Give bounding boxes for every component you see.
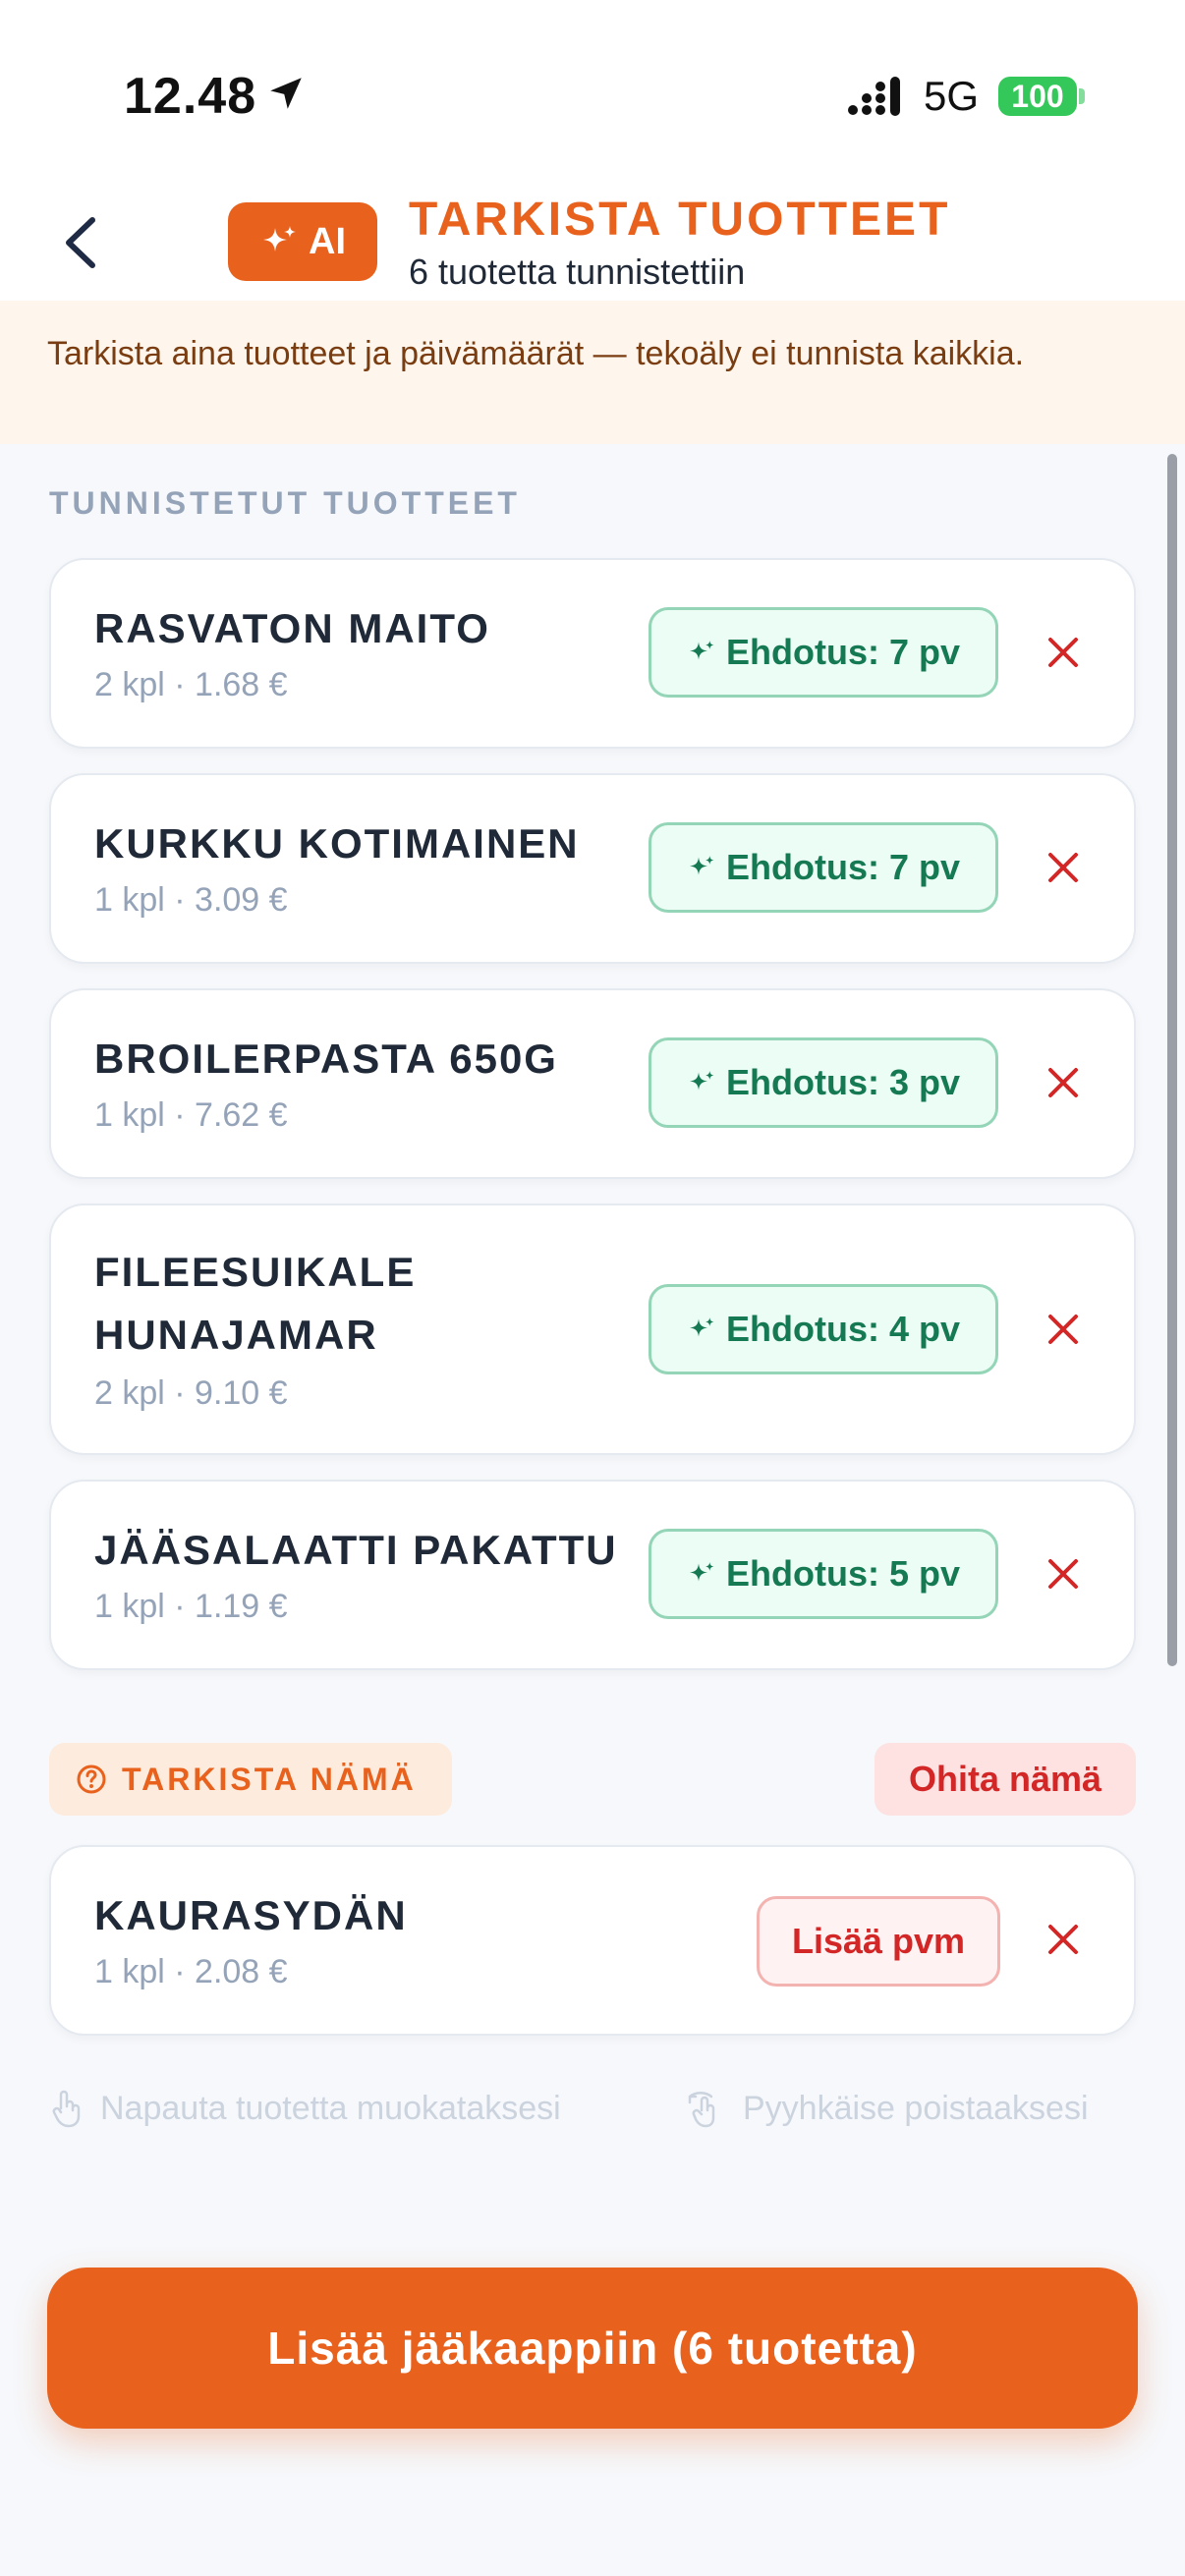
product-name: KURKKU KOTIMAINEN [94,820,580,867]
page-title: TARKISTA TUOTTEET [409,194,951,246]
product-meta: 1 kpl · 3.09 € [94,881,288,919]
suggestion-label: Ehdotus: 5 pv [725,1553,960,1594]
close-icon [1048,1925,1078,1954]
product-card[interactable]: JÄÄSALAATTI PAKATTU 1 kpl · 1.19 € Ehdot… [49,1480,1136,1670]
add-date-button[interactable]: Lisää pvm [757,1896,1000,1987]
sparkles-icon [689,641,714,660]
remove-item-button[interactable] [1036,1546,1091,1601]
close-icon [1048,853,1078,882]
cellular-signal-icon [848,77,900,116]
suggestion-label: Ehdotus: 7 pv [725,847,960,887]
swipe-hint-label: Pyyhkäise poistaaksesi [743,2089,1089,2127]
product-name: BROILERPASTA 650G [94,1036,558,1082]
expiry-suggestion-button[interactable]: Ehdotus: 7 pv [649,607,998,698]
scrollbar[interactable] [1167,454,1177,1666]
tap-hint-label: Napauta tuotetta muokataksesi [100,2089,561,2127]
product-card[interactable]: KURKKU KOTIMAINEN 1 kpl · 3.09 € Ehdotus… [49,773,1136,964]
tap-gesture-icon [52,2090,81,2128]
ai-badge: AI [228,202,377,281]
network-type: 5G [924,73,980,119]
product-meta: 2 kpl · 1.68 € [94,666,288,703]
product-name: KAURASYDÄN [94,1892,408,1938]
expiry-suggestion-button[interactable]: Ehdotus: 4 pv [649,1284,998,1374]
remove-item-button[interactable] [1036,840,1091,895]
ai-badge-label: AI [309,220,346,262]
sparkles-icon [689,1317,714,1337]
battery-indicator: 100 [998,77,1077,116]
remove-item-button[interactable] [1036,1912,1091,1967]
remove-item-button[interactable] [1036,1302,1091,1357]
tap-hint: Napauta tuotetta muokataksesi [49,2089,561,2128]
product-card-needs-review[interactable]: KAURASYDÄN 1 kpl · 2.08 € Lisää pvm [49,1845,1136,2036]
product-name: JÄÄSALAATTI PAKATTU [94,1527,618,1573]
sparkles-icon [689,1071,714,1091]
swipe-hint: Pyyhkäise poistaaksesi [686,2089,1089,2128]
expiry-suggestion-button[interactable]: Ehdotus: 5 pv [649,1529,998,1619]
product-name: FILEESUIKALE HUNAJAMAR [94,1249,417,1358]
suggestion-label: Ehdotus: 4 pv [725,1309,960,1349]
swipe-gesture-icon [688,2092,715,2128]
product-meta: 2 kpl · 9.10 € [94,1374,288,1412]
close-icon [1048,1559,1078,1589]
add-to-fridge-button[interactable]: Lisää jääkaappiin (6 tuotetta) [47,2268,1138,2429]
expiry-suggestion-button[interactable]: Ehdotus: 3 pv [649,1037,998,1128]
warning-banner: Tarkista aina tuotteet ja päivämäärät — … [0,301,1185,444]
chevron-left-icon [66,217,95,268]
question-circle-icon [77,1764,106,1794]
remove-item-button[interactable] [1036,625,1091,680]
product-card[interactable]: BROILERPASTA 650G 1 kpl · 7.62 € Ehdotus… [49,988,1136,1179]
sparkles-icon [689,1562,714,1582]
location-arrow-icon [270,78,302,109]
back-button[interactable] [49,208,118,277]
product-card[interactable]: FILEESUIKALE HUNAJAMAR 2 kpl · 9.10 € Eh… [49,1204,1136,1455]
gesture-hints: Napauta tuotetta muokataksesi Pyyhkäise … [49,2089,1136,2148]
close-icon [1048,1068,1078,1097]
product-meta: 1 kpl · 1.19 € [94,1588,288,1625]
sparkles-icon [689,856,714,875]
product-meta: 1 kpl · 2.08 € [94,1953,288,1990]
close-icon [1048,638,1078,667]
section-label-identified: TUNNISTETUT TUOTTEET [49,485,521,521]
page-subtitle: 6 tuotetta tunnistettiin [409,252,746,292]
sparkles-icon [263,226,296,252]
expiry-suggestion-button[interactable]: Ehdotus: 7 pv [649,822,998,913]
status-time: 12.48 [124,68,257,125]
battery-tip [1079,88,1085,104]
close-icon [1048,1315,1078,1344]
suggestion-label: Ehdotus: 7 pv [725,632,960,672]
suggestion-label: Ehdotus: 3 pv [725,1062,960,1102]
status-bar: 12.48 5G 100 [0,0,1185,187]
review-section-chip: TARKISTA NÄMÄ [49,1743,452,1816]
product-meta: 1 kpl · 7.62 € [94,1096,288,1134]
header: AI TARKISTA TUOTTEET 6 tuotetta tunniste… [0,187,1185,301]
product-card[interactable]: RASVATON MAITO 2 kpl · 1.68 € Ehdotus: 7… [49,558,1136,749]
product-name: RASVATON MAITO [94,605,490,651]
remove-item-button[interactable] [1036,1055,1091,1110]
skip-review-button[interactable]: Ohita nämä [875,1743,1136,1816]
review-section-label: TARKISTA NÄMÄ [122,1761,417,1797]
